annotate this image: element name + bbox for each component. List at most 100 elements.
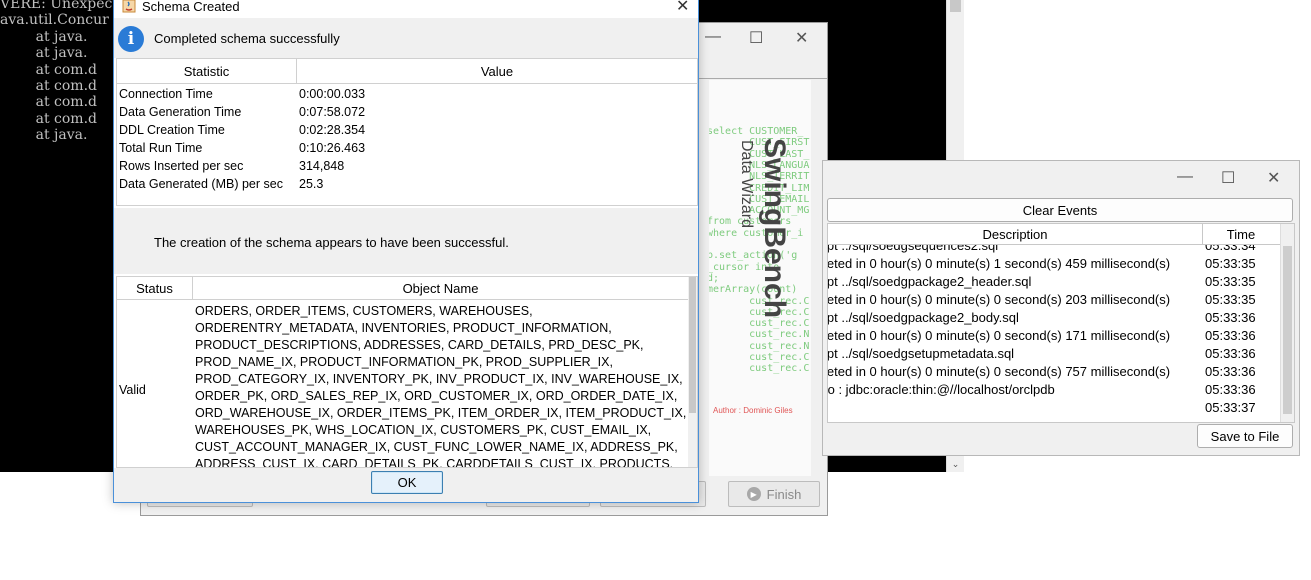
events-window: — ☐ ✕ Clear Events ipt ../sql/soedgseque… <box>822 160 1300 456</box>
console-line: at com.d <box>0 110 97 127</box>
statistics-table: Statistic Value Connection Time 0:00:00.0… <box>116 58 698 206</box>
statistic-name: Data Generation Time <box>119 105 242 119</box>
dialog-footer: OK <box>114 468 698 502</box>
dialog-title: Schema Created <box>142 0 240 14</box>
table-row[interactable]: ipt ../sql/soedgpackage2_body.sql 05:33:3… <box>828 310 1280 328</box>
author-credit: Author : Dominic Giles <box>713 406 793 415</box>
schema-created-dialog: Schema Created ✕ i Completed schema succ… <box>113 0 699 503</box>
swingbench-banner: select CUSTOMER_ CUST_FIRST CUST_LAST_ N… <box>709 80 811 476</box>
console-line: at com.d <box>0 94 97 111</box>
column-header-object-name[interactable]: Object Name <box>193 277 688 300</box>
finish-label: Finish <box>766 486 802 502</box>
table-row[interactable]: Total Run Time 0:10:26.463 <box>117 141 697 159</box>
statistic-value: 0:07:58.072 <box>299 105 366 119</box>
statistic-name: Rows Inserted per sec <box>119 159 244 173</box>
table-row[interactable]: ipt ../sql/soedgsetupmetadata.sql 05:33:3… <box>828 346 1280 364</box>
code-line: cust_rec.N <box>709 329 810 341</box>
objects-table: Status Object Name Valid ORDERS, ORDER_I… <box>116 276 698 468</box>
code-line: cust_rec.C <box>709 352 810 363</box>
event-time: 05:33:36 <box>1205 328 1256 343</box>
event-time: 05:33:36 <box>1205 364 1256 379</box>
finish-icon: ▶ <box>746 487 761 501</box>
statistic-name: Connection Time <box>119 87 213 101</box>
banner-title: SwingBench <box>758 138 791 319</box>
table-row[interactable]: to : jdbc:oracle:thin:@//localhost/orclp… <box>828 382 1280 400</box>
save-to-file-button[interactable]: Save to File <box>1197 424 1293 448</box>
statistic-value: 314,848 <box>299 159 345 173</box>
message-panel: i Completed schema successfully <box>114 18 698 58</box>
event-time: 05:33:35 <box>1205 256 1256 271</box>
summary-panel: The creation of the schema appears to ha… <box>114 208 698 274</box>
table-row[interactable]: 05:33:37 <box>828 400 1280 418</box>
clear-events-button[interactable]: Clear Events <box>827 198 1293 222</box>
scroll-thumb[interactable] <box>1283 246 1292 414</box>
event-time: 05:33:36 <box>1205 346 1256 361</box>
statistic-name: DDL Creation Time <box>119 123 225 137</box>
banner-subtitle: Data Wizard <box>738 140 755 229</box>
statistic-value: 25.3 <box>299 177 324 191</box>
scroll-thumb[interactable] <box>689 277 696 413</box>
code-line: cust_rec.C <box>709 318 810 330</box>
event-description: ipt ../sql/soedgpackage2_header.sql <box>827 274 1032 289</box>
console-line: VERE: Unexpect <box>0 0 118 12</box>
object-names: ORDERS, ORDER_ITEMS, CUSTOMERS, WAREHOUS… <box>195 304 687 468</box>
table-row[interactable]: Data Generated (MB) per sec 25.3 <box>117 177 697 195</box>
finish-button[interactable]: ▶ Finish <box>728 481 820 507</box>
event-description: leted in 0 hour(s) 0 minute(s) 1 second(… <box>827 256 1171 271</box>
console-line: at java. <box>0 127 88 144</box>
object-status: Valid <box>119 383 146 397</box>
info-icon: i <box>118 26 144 52</box>
events-table-header: Description Time <box>828 224 1280 245</box>
table-row[interactable]: ipt ../sql/soedgpackage2_header.sql 05:33… <box>828 274 1280 292</box>
column-header-time[interactable]: Time <box>1202 224 1280 244</box>
event-description: leted in 0 hour(s) 0 minute(s) 0 second(… <box>827 364 1171 379</box>
event-description: ipt ../sql/soedgsetupmetadata.sql <box>827 346 1015 361</box>
event-time: 05:33:35 <box>1205 274 1256 289</box>
column-header-status[interactable]: Status <box>117 277 193 300</box>
table-row[interactable]: leted in 0 hour(s) 0 minute(s) 0 second(… <box>828 328 1280 346</box>
console-line: at com.d <box>0 78 97 94</box>
console-line: at java. <box>0 45 88 62</box>
objects-scrollbar[interactable] <box>688 277 697 467</box>
event-time: 05:33:35 <box>1205 292 1256 307</box>
event-time: 05:33:37 <box>1205 400 1256 415</box>
maximize-icon[interactable]: ☐ <box>749 28 763 48</box>
minimize-icon[interactable]: — <box>705 28 721 46</box>
event-description: leted in 0 hour(s) 0 minute(s) 0 second(… <box>827 328 1171 343</box>
dialog-titlebar[interactable]: Schema Created ✕ <box>114 0 698 18</box>
event-time: 05:33:36 <box>1205 382 1256 397</box>
close-icon[interactable]: ✕ <box>1267 168 1280 188</box>
event-description: to : jdbc:oracle:thin:@//localhost/orclp… <box>827 382 1055 397</box>
code-line: cust_rec.N <box>709 340 810 352</box>
table-row[interactable]: Data Generation Time 0:07:58.072 <box>117 105 697 123</box>
close-icon[interactable]: ✕ <box>795 28 808 48</box>
table-row[interactable]: leted in 0 hour(s) 0 minute(s) 0 second(… <box>828 364 1280 382</box>
events-scrollbar[interactable] <box>1280 224 1294 422</box>
java-icon <box>122 0 136 13</box>
column-header-value[interactable]: Value <box>297 59 697 84</box>
event-description: leted in 0 hour(s) 0 minute(s) 0 second(… <box>827 292 1171 307</box>
close-icon[interactable]: ✕ <box>676 0 689 16</box>
table-row[interactable]: leted in 0 hour(s) 0 minute(s) 1 second(… <box>828 256 1280 274</box>
table-row[interactable]: Connection Time 0:00:00.033 <box>117 87 697 105</box>
minimize-icon[interactable]: — <box>1177 168 1193 186</box>
table-row[interactable]: leted in 0 hour(s) 0 minute(s) 0 second(… <box>828 292 1280 310</box>
summary-text: The creation of the schema appears to ha… <box>154 235 509 250</box>
console-line: at com.d <box>0 61 97 78</box>
console-line: at java. <box>0 28 88 45</box>
events-table: ipt ../sql/soedgsequences2.sql 05:33:34 le… <box>827 223 1295 423</box>
statistic-value: 0:10:26.463 <box>299 141 366 155</box>
column-header-description[interactable]: Description <box>828 224 1203 244</box>
chevron-down-icon[interactable]: ⌄ <box>947 459 964 470</box>
maximize-icon[interactable]: ☐ <box>1221 168 1235 188</box>
scroll-thumb[interactable] <box>950 0 961 12</box>
code-line: d; <box>709 272 720 284</box>
column-header-statistic[interactable]: Statistic <box>117 59 297 84</box>
ok-button[interactable]: OK <box>371 471 443 494</box>
table-row[interactable]: DDL Creation Time 0:02:28.354 <box>117 123 697 141</box>
code-line: cust_rec.C <box>709 363 810 375</box>
statistic-name: Total Run Time <box>119 141 203 155</box>
code-line: select CUSTOMER_ <box>709 126 804 137</box>
table-row[interactable]: Rows Inserted per sec 314,848 <box>117 159 697 177</box>
statistic-value: 0:00:00.033 <box>299 87 366 101</box>
